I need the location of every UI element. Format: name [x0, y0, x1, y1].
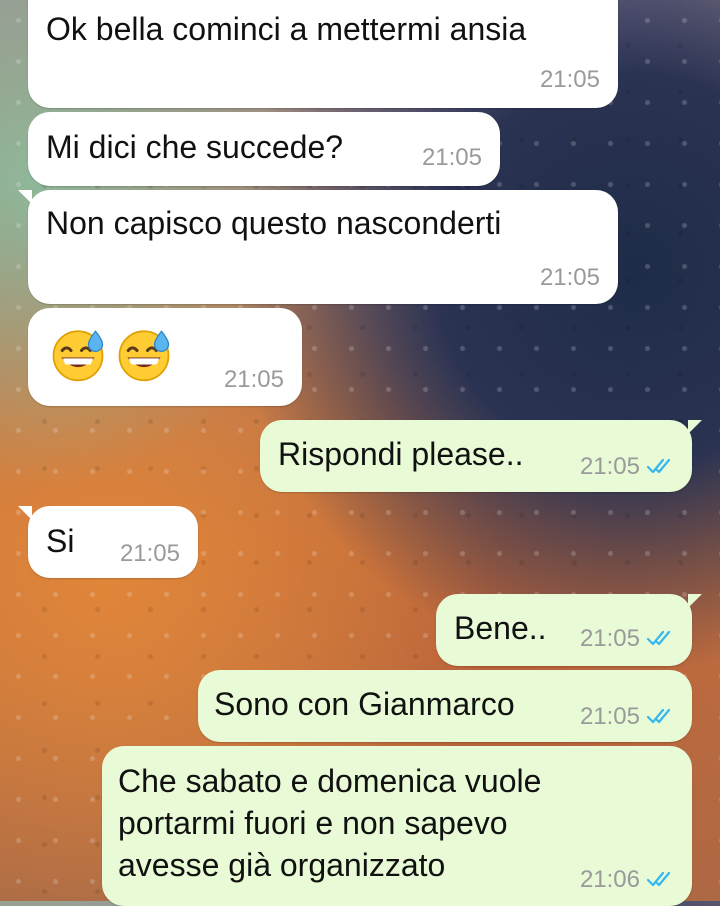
outgoing-message-bubble[interactable]: Rispondi please.. 21:05 [260, 420, 702, 492]
incoming-message-bubble[interactable]: Non capisco questo nasconderti 21:05 [18, 190, 618, 304]
double-check-read-icon [646, 630, 671, 646]
double-check-read-icon [646, 458, 671, 474]
message-text: Non capisco questo nasconderti [46, 205, 502, 241]
message-timestamp: 21:05 [579, 625, 640, 652]
grinning-sweat-emoji [118, 330, 170, 382]
message-text: Che sabato e domenica vuole portarmi fuo… [118, 763, 542, 883]
message-text: Mi dici che succede? [46, 129, 344, 165]
incoming-message-bubble[interactable]: Ok bella cominci a mettermi ansia 21:05 [28, 0, 618, 108]
message-timestamp: 21:05 [579, 453, 640, 480]
bubble-tail [18, 506, 32, 520]
double-check-read-icon [646, 708, 671, 724]
outgoing-message-bubble[interactable]: Sono con Gianmarco 21:05 [198, 670, 692, 742]
bubble-tail [18, 190, 32, 204]
message-timestamp: 21:05 [223, 366, 284, 393]
incoming-emoji-message-bubble[interactable]: 21:05 [28, 308, 302, 406]
double-check-read-icon [646, 871, 671, 887]
message-timestamp: 21:05 [539, 264, 600, 291]
outgoing-message-bubble[interactable]: Bene.. 21:05 [436, 594, 702, 666]
message-text: Bene.. [454, 610, 547, 646]
message-text: Ok bella cominci a mettermi ansia [46, 11, 527, 47]
outgoing-message-bubble[interactable]: Che sabato e domenica vuole portarmi fuo… [102, 746, 692, 906]
message-text: Si [46, 523, 75, 559]
message-timestamp: 21:05 [579, 703, 640, 730]
incoming-message-bubble[interactable]: Mi dici che succede? 21:05 [28, 112, 500, 186]
bubble-tail [688, 594, 702, 608]
message-text: Rispondi please.. [278, 436, 524, 472]
bubble-tail [688, 420, 702, 434]
message-timestamp: 21:06 [579, 866, 640, 893]
grinning-sweat-emoji [52, 330, 104, 382]
message-timestamp: 21:05 [539, 66, 600, 93]
incoming-message-bubble[interactable]: Si 21:05 [18, 506, 198, 578]
message-text: Sono con Gianmarco [214, 686, 515, 722]
message-timestamp: 21:05 [421, 144, 482, 171]
message-timestamp: 21:05 [119, 540, 180, 567]
